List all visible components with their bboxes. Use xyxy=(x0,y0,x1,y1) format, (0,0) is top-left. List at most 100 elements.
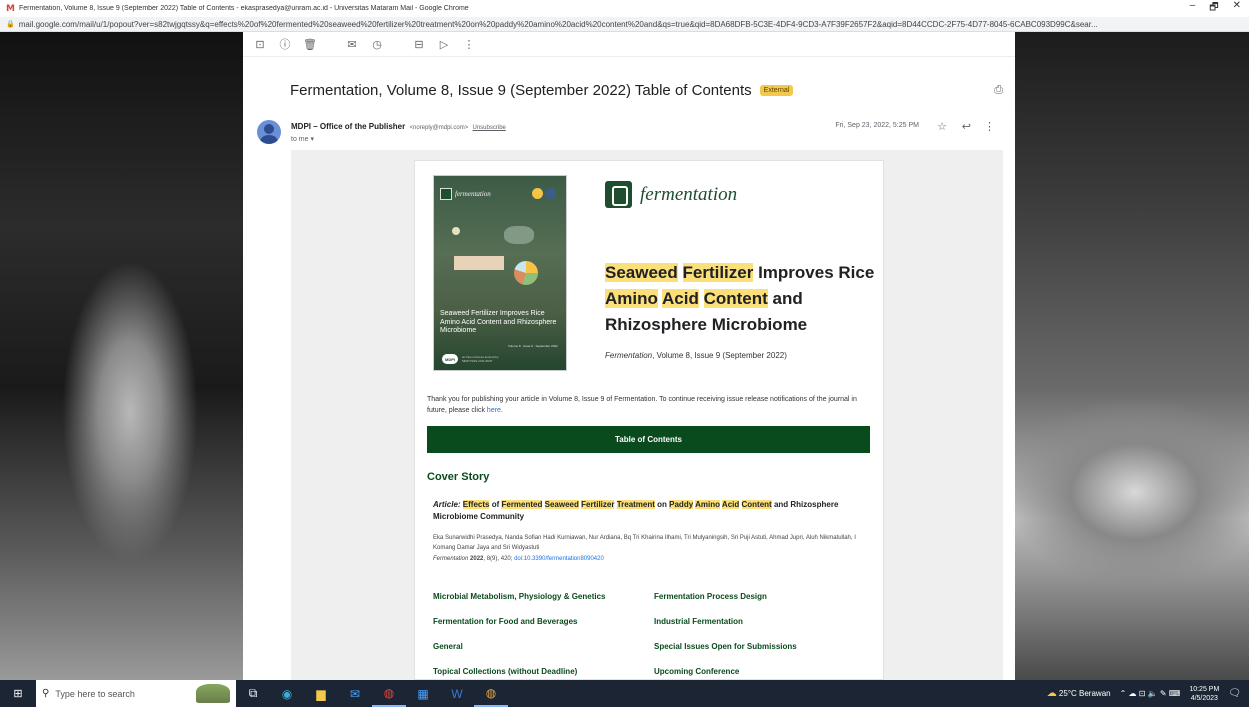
system-tray: ☁ 25°C Berawan ⌃ ☁ ⊡ 🔈 ✎ ⌨ 10:25 PM 4/5/… xyxy=(1047,685,1249,703)
title-fragment: of xyxy=(489,500,502,509)
cover-header: fermentation xyxy=(440,186,512,202)
title-fragment xyxy=(678,263,683,282)
highlighted-term: Acid xyxy=(661,289,699,308)
tray-icons[interactable]: ⌃ ☁ ⊡ 🔈 ✎ ⌨ xyxy=(1120,689,1181,698)
cover-story-heading: Cover Story xyxy=(427,471,490,483)
cover-logo-icon xyxy=(440,188,452,200)
ref-volume: , 8(9), 420; xyxy=(483,556,515,562)
email-body-background: fermentation Seaweed Fertilizer Improves… xyxy=(291,150,1003,680)
journal-cover-image[interactable]: fermentation Seaweed Fertilizer Improves… xyxy=(433,175,567,371)
doi-link[interactable]: doi:10.3390/fermentation8090420 xyxy=(514,556,604,562)
highlighted-term: Fermented xyxy=(501,500,543,509)
desktop-wallpaper-right xyxy=(1015,32,1249,680)
cover-story-article-title[interactable]: Article: Effects of Fermented Seaweed Fe… xyxy=(433,499,873,523)
start-button-icon[interactable]: ⊞ xyxy=(0,687,36,700)
more-options-icon[interactable]: ⋮ xyxy=(984,120,995,133)
article-type-label: Article: xyxy=(433,500,461,509)
section-link[interactable]: General xyxy=(433,642,654,654)
journal-name: fermentation xyxy=(640,183,738,205)
title-fragment xyxy=(699,289,704,308)
label-icon[interactable]: ▷ xyxy=(437,38,451,51)
print-icon[interactable]: ⎙ xyxy=(994,84,1003,97)
section-link[interactable]: Fermentation Process Design xyxy=(654,592,873,604)
message-subject: Fermentation, Volume 8, Issue 9 (Septemb… xyxy=(290,82,752,99)
sender-name: MDPI – Office of the Publisher <noreply@… xyxy=(291,122,506,131)
window-titlebar: M Fermentation, Volume 8, Issue 9 (Septe… xyxy=(0,0,1249,17)
file-explorer-icon[interactable]: ▆ xyxy=(304,680,338,707)
highlighted-term: Paddy xyxy=(669,500,694,509)
section-link[interactable]: Upcoming Conference xyxy=(654,667,873,679)
article-title-text: Effects of Fermented Seaweed Fertilizer … xyxy=(433,500,838,521)
address-bar[interactable]: 🔒 mail.google.com/mail/u/1/popout?ver=s8… xyxy=(0,17,1249,32)
highlighted-term: Fertilizer xyxy=(581,500,615,509)
mail-icon[interactable]: ✉ xyxy=(338,680,372,707)
highlighted-term: Amino xyxy=(695,500,720,509)
archive-icon[interactable]: ⊡ xyxy=(253,38,267,51)
section-link[interactable]: Special Issues Open for Submissions xyxy=(654,642,873,654)
title-fragment: on xyxy=(654,500,670,509)
window-title: Fermentation, Volume 8, Issue 9 (Septemb… xyxy=(18,5,469,12)
move-to-icon[interactable]: ⊟ xyxy=(412,38,426,51)
avatar[interactable] xyxy=(257,120,281,144)
section-link[interactable]: Microbial Metabolism, Physiology & Genet… xyxy=(433,592,654,604)
search-highlight-image xyxy=(196,684,230,703)
lock-icon: 🔒 xyxy=(6,21,15,28)
highlighted-term: Amino xyxy=(605,289,658,308)
section-link[interactable]: Industrial Fermentation xyxy=(654,617,873,629)
impact-badge-icon xyxy=(532,188,543,199)
external-badge: External xyxy=(759,85,794,96)
task-view-icon[interactable]: ⧉ xyxy=(236,680,270,707)
weather-text: 25°C Berawan xyxy=(1058,689,1111,698)
windows-taskbar: ⊞ ⚲ Type here to search ⧉ ◉ ▆ ✉ ◍ ▦ W ◍ ☁ 25°C … xyxy=(0,680,1249,707)
citation-details: , Volume 8, Issue 9 (September 2022) xyxy=(652,351,787,360)
mark-unread-icon[interactable]: ✉ xyxy=(345,38,359,51)
section-link[interactable]: Topical Collections (without Deadline) xyxy=(433,667,654,679)
journal-header[interactable]: fermentation xyxy=(605,181,737,208)
edge-icon[interactable]: ◉ xyxy=(270,680,304,707)
sender-display-name[interactable]: MDPI – Office of the Publisher xyxy=(291,122,405,131)
newsletter-card: fermentation Seaweed Fertilizer Improves… xyxy=(414,160,884,680)
chrome-icon-1[interactable]: ◍ xyxy=(372,680,406,707)
report-spam-icon[interactable]: ⓘ xyxy=(278,36,292,52)
ref-year: 2022 xyxy=(470,556,484,562)
journal-logo-icon xyxy=(605,181,632,208)
delete-icon[interactable]: 🗑 xyxy=(303,38,317,51)
sender-row: MDPI – Office of the Publisher <noreply@… xyxy=(257,120,1003,150)
star-icon[interactable]: ☆ xyxy=(937,120,947,133)
search-icon: ⚲ xyxy=(42,688,50,699)
cover-illustration xyxy=(444,221,559,286)
chrome-icon-2[interactable]: ◍ xyxy=(474,680,508,707)
highlighted-term: Fertilizer xyxy=(682,263,754,282)
url-text: mail.google.com/mail/u/1/popout?ver=s82t… xyxy=(18,19,1098,29)
calendar-icon[interactable]: ▦ xyxy=(406,680,440,707)
highlighted-term: Content xyxy=(703,289,768,308)
article-reference: Fermentation 2022, 8(9), 420; doi:10.339… xyxy=(433,556,604,562)
citation-journal: Fermentation xyxy=(605,351,653,360)
taskbar-search-box[interactable]: ⚲ Type here to search xyxy=(36,680,236,707)
subject-row: Fermentation, Volume 8, Issue 9 (Septemb… xyxy=(290,82,1003,99)
subscribe-here-link[interactable]: here. xyxy=(487,407,503,414)
featured-article-title[interactable]: Seaweed Fertilizer Improves Rice Amino A… xyxy=(605,260,875,338)
notification-center-icon[interactable]: 🗨 xyxy=(1228,688,1241,699)
section-link[interactable]: Fermentation for Food and Beverages xyxy=(433,617,654,629)
unsubscribe-link[interactable]: Unsubscribe xyxy=(473,125,506,131)
pinned-apps: ⧉ ◉ ▆ ✉ ◍ ▦ W ◍ xyxy=(236,680,508,707)
clock[interactable]: 10:25 PM 4/5/2023 xyxy=(1189,685,1219,703)
message-toolbar: ⊡ ⓘ 🗑 ✉ ◷ ⊟ ▷ ⋮ xyxy=(243,32,1015,57)
gmail-message-view: ⊡ ⓘ 🗑 ✉ ◷ ⊟ ▷ ⋮ Fermentation, Volume 8, Issue 9… xyxy=(243,32,1015,680)
highlighted-term: Content xyxy=(741,500,772,509)
snooze-icon[interactable]: ◷ xyxy=(370,38,384,51)
reply-icon[interactable]: ↩ xyxy=(962,120,971,133)
thank-you-text: Thank you for publishing your article in… xyxy=(427,394,877,416)
minimize-button[interactable]: – xyxy=(1190,0,1196,17)
clock-date: 4/5/2023 xyxy=(1190,694,1218,702)
gmail-icon: M xyxy=(6,3,15,14)
cloud-sun-icon: ☁ xyxy=(1046,688,1057,699)
weather-widget[interactable]: ☁ 25°C Berawan xyxy=(1047,688,1111,699)
recipients-toggle[interactable]: to me ▾ xyxy=(291,135,314,143)
cover-title: Seaweed Fertilizer Improves Rice Amino A… xyxy=(440,310,557,334)
restore-button[interactable]: 🗗 xyxy=(1209,0,1218,17)
more-icon[interactable]: ⋮ xyxy=(462,38,476,51)
word-icon[interactable]: W xyxy=(440,680,474,707)
close-button[interactable]: ✕ xyxy=(1233,0,1241,17)
